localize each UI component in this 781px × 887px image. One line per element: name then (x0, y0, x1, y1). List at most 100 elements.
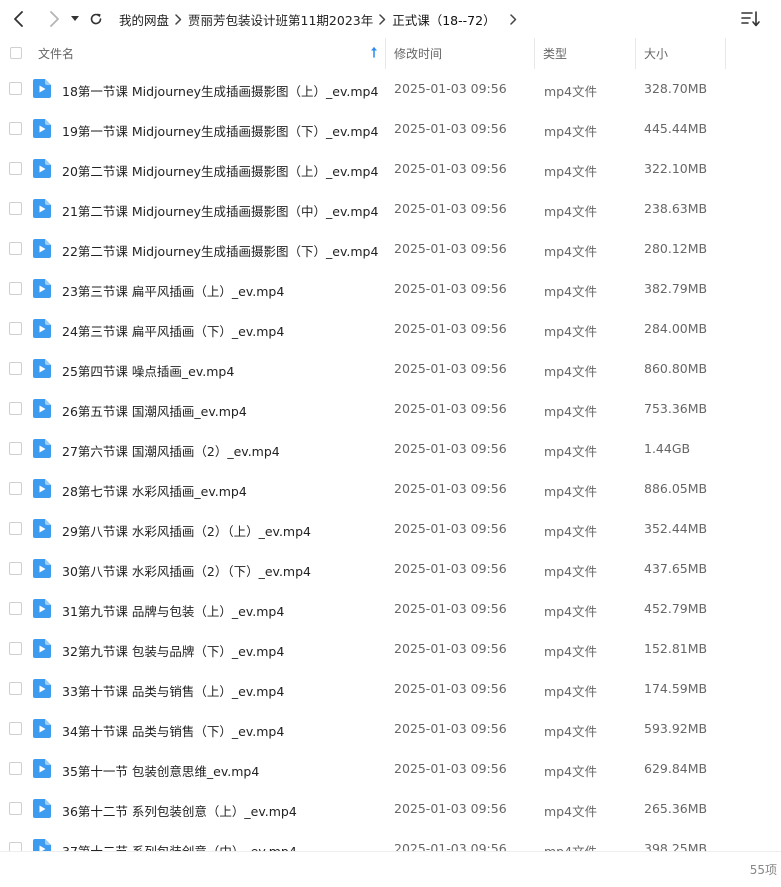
file-name[interactable]: 25第四节课 噪点插画_ev.mp4 (62, 361, 234, 380)
file-modified-time: 2025-01-03 09:56 (394, 281, 507, 296)
file-name[interactable]: 33第十节课 品类与销售（上）_ev.mp4 (62, 681, 284, 700)
file-row[interactable]: 29第八节课 水彩风插画（2）（上）_ev.mp4 2025-01-03 09:5… (0, 509, 781, 549)
file-name[interactable]: 22第二节课 Midjourney生成插画摄影图（下）_ev.mp4 (62, 241, 378, 260)
file-modified-time: 2025-01-03 09:56 (394, 121, 507, 136)
file-name[interactable]: 26第五节课 国潮风插画_ev.mp4 (62, 401, 247, 420)
file-type: mp4文件 (544, 644, 598, 659)
file-row[interactable]: 35第十一节 包装创意思维_ev.mp4 2025-01-03 09:56 mp4文… (0, 749, 781, 789)
file-size: 280.12MB (644, 241, 708, 256)
file-row-checkbox[interactable] (9, 722, 22, 735)
sort-button[interactable] (741, 10, 761, 28)
file-size: 753.36MB (644, 401, 708, 416)
file-row[interactable]: 30第八节课 水彩风插画（2）（下）_ev.mp4 2025-01-03 09:5… (0, 549, 781, 589)
file-row[interactable]: 22第二节课 Midjourney生成插画摄影图（下）_ev.mp4 2025-0… (0, 229, 781, 269)
chevron-right-icon (50, 11, 59, 27)
file-row-checkbox[interactable] (9, 482, 22, 495)
file-name[interactable]: 20第二节课 Midjourney生成插画摄影图（上）_ev.mp4 (62, 161, 378, 180)
file-row[interactable]: 18第一节课 Midjourney生成插画摄影图（上）_ev.mp4 2025-0… (0, 69, 781, 109)
column-header-type[interactable]: 类型 (535, 38, 636, 69)
column-header-size[interactable]: 大小 (636, 38, 726, 69)
video-file-icon (33, 679, 51, 698)
file-name[interactable]: 27第六节课 国潮风插画（2）_ev.mp4 (62, 441, 280, 460)
back-button[interactable] (8, 8, 30, 30)
file-modified-time: 2025-01-03 09:56 (394, 521, 507, 536)
file-size: 174.59MB (644, 681, 708, 696)
breadcrumb-item-current[interactable]: 正式课（18--72） (392, 10, 495, 29)
file-type: mp4文件 (544, 244, 598, 259)
file-size: 382.79MB (644, 281, 708, 296)
file-row-checkbox[interactable] (9, 842, 22, 851)
breadcrumb-item-root[interactable]: 我的网盘 (119, 10, 169, 29)
file-row-checkbox[interactable] (9, 322, 22, 335)
file-name[interactable]: 19第一节课 Midjourney生成插画摄影图（下）_ev.mp4 (62, 121, 378, 140)
file-row-checkbox[interactable] (9, 642, 22, 655)
file-row-checkbox[interactable] (9, 162, 22, 175)
file-name[interactable]: 21第二节课 Midjourney生成插画摄影图（中）_ev.mp4 (62, 201, 378, 220)
file-row-checkbox[interactable] (9, 762, 22, 775)
file-row-checkbox[interactable] (9, 282, 22, 295)
file-name[interactable]: 32第九节课 包装与品牌（下）_ev.mp4 (62, 641, 284, 660)
file-row-checkbox[interactable] (9, 402, 22, 415)
file-row-checkbox[interactable] (9, 82, 22, 95)
file-modified-time: 2025-01-03 09:56 (394, 81, 507, 96)
file-row[interactable]: 20第二节课 Midjourney生成插画摄影图（上）_ev.mp4 2025-0… (0, 149, 781, 189)
video-file-icon (33, 239, 51, 258)
file-row-checkbox[interactable] (9, 802, 22, 815)
file-modified-time: 2025-01-03 09:56 (394, 441, 507, 456)
file-type: mp4文件 (544, 164, 598, 179)
file-name[interactable]: 28第七节课 水彩风插画_ev.mp4 (62, 481, 247, 500)
file-name[interactable]: 29第八节课 水彩风插画（2）（上）_ev.mp4 (62, 521, 311, 540)
video-file-icon (33, 599, 51, 618)
column-header-name[interactable]: 文件名 (30, 38, 386, 69)
file-row[interactable]: 26第五节课 国潮风插画_ev.mp4 2025-01-03 09:56 mp4文件… (0, 389, 781, 429)
file-row[interactable]: 32第九节课 包装与品牌（下）_ev.mp4 2025-01-03 09:56 mp… (0, 629, 781, 669)
breadcrumb-expand-button[interactable] (509, 13, 517, 25)
file-name[interactable]: 24第三节课 扁平风插画（下）_ev.mp4 (62, 321, 284, 340)
file-row-checkbox[interactable] (9, 202, 22, 215)
select-all-checkbox[interactable] (10, 47, 22, 59)
file-name[interactable]: 34第十节课 品类与销售（下）_ev.mp4 (62, 721, 284, 740)
file-name[interactable]: 30第八节课 水彩风插画（2）（下）_ev.mp4 (62, 561, 311, 580)
video-file-icon (33, 439, 51, 458)
file-size: 593.92MB (644, 721, 708, 736)
file-name[interactable]: 31第九节课 品牌与包装（上）_ev.mp4 (62, 601, 284, 620)
file-size: 629.84MB (644, 761, 708, 776)
file-row[interactable]: 24第三节课 扁平风插画（下）_ev.mp4 2025-01-03 09:56 mp… (0, 309, 781, 349)
video-file-icon (33, 159, 51, 178)
file-row[interactable]: 36第十二节 系列包装创意（上）_ev.mp4 2025-01-03 09:56 m… (0, 789, 781, 829)
file-row[interactable]: 25第四节课 噪点插画_ev.mp4 2025-01-03 09:56 mp4文件 8… (0, 349, 781, 389)
breadcrumb-item-folder[interactable]: 贾丽芳包装设计班第11期2023年 (188, 10, 373, 29)
file-row[interactable]: 19第一节课 Midjourney生成插画摄影图（下）_ev.mp4 2025-0… (0, 109, 781, 149)
forward-button[interactable] (43, 8, 65, 30)
file-row-checkbox[interactable] (9, 442, 22, 455)
column-header-modified[interactable]: 修改时间 (386, 38, 535, 69)
file-name[interactable]: 35第十一节 包装创意思维_ev.mp4 (62, 761, 259, 780)
file-row[interactable]: 31第九节课 品牌与包装（上）_ev.mp4 2025-01-03 09:56 mp… (0, 589, 781, 629)
file-size: 1.44GB (644, 441, 691, 456)
file-name[interactable]: 18第一节课 Midjourney生成插画摄影图（上）_ev.mp4 (62, 81, 378, 100)
file-modified-time: 2025-01-03 09:56 (394, 721, 507, 736)
file-row[interactable]: 27第六节课 国潮风插画（2）_ev.mp4 2025-01-03 09:56 mp… (0, 429, 781, 469)
file-row[interactable]: 28第七节课 水彩风插画_ev.mp4 2025-01-03 09:56 mp4文件… (0, 469, 781, 509)
file-row-checkbox[interactable] (9, 522, 22, 535)
file-row-checkbox[interactable] (9, 682, 22, 695)
video-file-icon (33, 79, 51, 98)
file-row[interactable]: 21第二节课 Midjourney生成插画摄影图（中）_ev.mp4 2025-0… (0, 189, 781, 229)
file-name[interactable]: 36第十二节 系列包装创意（上）_ev.mp4 (62, 801, 297, 820)
file-row-checkbox[interactable] (9, 602, 22, 615)
file-row[interactable]: 34第十节课 品类与销售（下）_ev.mp4 2025-01-03 09:56 mp… (0, 709, 781, 749)
history-dropdown-button[interactable] (67, 8, 83, 30)
file-name[interactable]: 23第三节课 扁平风插画（上）_ev.mp4 (62, 281, 284, 300)
refresh-button[interactable] (85, 8, 107, 30)
file-row[interactable]: 23第三节课 扁平风插画（上）_ev.mp4 2025-01-03 09:56 mp… (0, 269, 781, 309)
file-row[interactable]: 33第十节课 品类与销售（上）_ev.mp4 2025-01-03 09:56 mp… (0, 669, 781, 709)
file-modified-time: 2025-01-03 09:56 (394, 481, 507, 496)
file-row-checkbox[interactable] (9, 562, 22, 575)
file-row-checkbox[interactable] (9, 242, 22, 255)
file-name[interactable]: 37第十二节 系列包装创意（中）_ev.mp4 (62, 841, 297, 851)
file-row[interactable]: 37第十二节 系列包装创意（中）_ev.mp4 2025-01-03 09:56 m… (0, 829, 781, 851)
video-file-icon (33, 359, 51, 378)
file-row-checkbox[interactable] (9, 122, 22, 135)
status-bar: 55项 (0, 851, 781, 887)
file-row-checkbox[interactable] (9, 362, 22, 375)
